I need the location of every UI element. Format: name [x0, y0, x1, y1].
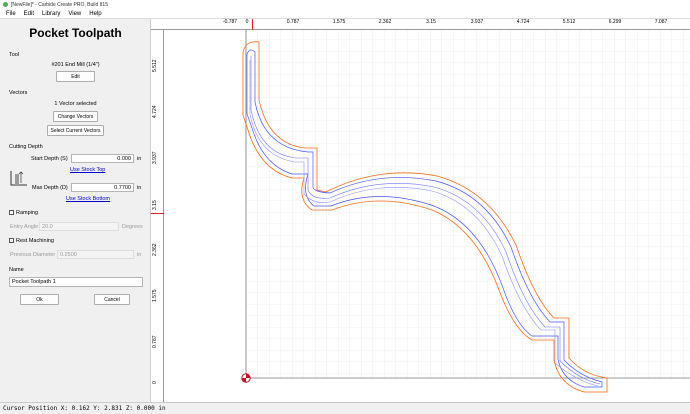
- edit-tool-button[interactable]: Edit: [56, 71, 95, 82]
- app-icon: [3, 2, 8, 7]
- menu-library[interactable]: Library: [42, 11, 60, 17]
- menu-help[interactable]: Help: [89, 11, 101, 17]
- cursor-position: Cursor Position X: 0.162 Y: 2.831 Z: 0.0…: [3, 405, 166, 412]
- menu-view[interactable]: View: [68, 11, 81, 17]
- max-depth-unit: in: [137, 185, 142, 191]
- ruler-x-marker: [252, 19, 253, 30]
- ruler-x-tick: 1.575: [332, 19, 346, 25]
- use-stock-top-link[interactable]: Use Stock Top: [70, 167, 105, 173]
- ramping-label: Ramping: [16, 210, 39, 216]
- ruler-y-tick: 5.512: [152, 59, 158, 72]
- ruler-y-tick: 4.724: [152, 105, 158, 118]
- entry-angle-label: Entry Angle: [10, 224, 39, 230]
- rest-machining-label: Rest Machining: [16, 238, 54, 244]
- ruler-y-tick: 3.15: [152, 200, 158, 210]
- toolpath-panel: Pocket Toolpath Tool #201 End Mill (1/4"…: [0, 19, 151, 402]
- window-title: [NewFile]* - Carbide Create PRO, Build 8…: [11, 1, 108, 8]
- change-vectors-button[interactable]: Change Vectors: [53, 111, 98, 122]
- ruler-x-tick: 7.087: [654, 19, 668, 25]
- menu-bar: File Edit Library View Help: [0, 9, 690, 19]
- vectors-label: Vectors: [9, 90, 28, 96]
- toolpath-name-input[interactable]: Pocket Toolpath 1: [9, 277, 143, 287]
- menu-file[interactable]: File: [6, 11, 16, 17]
- ruler-x-tick: 0.787: [286, 19, 300, 25]
- depth-diagram-icon: [10, 171, 27, 186]
- previous-diameter-input[interactable]: 0.2500: [57, 250, 134, 259]
- grid: [246, 30, 690, 378]
- max-depth-label: Max Depth (D): [32, 185, 68, 191]
- cancel-button[interactable]: Cancel: [94, 294, 130, 305]
- ruler-y-tick: 0: [152, 381, 158, 384]
- design-canvas[interactable]: [164, 30, 690, 402]
- ruler-x-tick: 4.724: [516, 19, 530, 25]
- ruler-y-tick: 0.787: [152, 335, 158, 348]
- ok-button[interactable]: Ok: [20, 294, 59, 305]
- ruler-x-tick: 3.937: [470, 19, 484, 25]
- ruler-x-tick: -0.787: [222, 19, 238, 25]
- status-bar: Cursor Position X: 0.162 Y: 2.831 Z: 0.0…: [0, 402, 690, 414]
- origin-marker-icon: [241, 373, 251, 383]
- max-depth-input[interactable]: 0.7700: [71, 183, 134, 192]
- ruler-y-marker: [151, 213, 164, 214]
- previous-diameter-unit: in: [137, 252, 142, 258]
- vectors-status: 1 Vector selected: [54, 101, 97, 107]
- start-depth-input[interactable]: 0.000: [71, 154, 134, 163]
- rest-machining-checkbox[interactable]: [9, 238, 14, 243]
- tool-label: Tool: [9, 52, 20, 58]
- ruler-y-tick: 1.575: [152, 289, 158, 302]
- ruler-y-tick: 3.937: [152, 151, 158, 164]
- ruler-x-tick: 2.362: [378, 19, 392, 25]
- name-label: Name: [9, 267, 24, 273]
- entry-angle-unit: Degrees: [122, 224, 143, 230]
- horizontal-ruler[interactable]: -0.787 0 0.787 1.575 2.362 3.15 3.937 4.…: [151, 19, 690, 30]
- panel-title: Pocket Toolpath: [29, 26, 122, 40]
- menu-edit[interactable]: Edit: [24, 11, 34, 17]
- entry-angle-input[interactable]: 20.0: [39, 222, 119, 231]
- canvas-drawing: [241, 30, 690, 393]
- ruler-x-tick: 0: [245, 19, 249, 25]
- ramping-checkbox[interactable]: [9, 210, 14, 215]
- ruler-x-tick: 3.15: [426, 19, 436, 25]
- ruler-x-tick: 6.299: [608, 19, 622, 25]
- cutting-depth-label: Cutting Depth: [9, 144, 43, 150]
- title-bar: [NewFile]* - Carbide Create PRO, Build 8…: [0, 0, 690, 9]
- ruler-y-tick: 2.362: [152, 243, 158, 256]
- select-current-vectors-button[interactable]: Select Current Vectors: [47, 125, 104, 136]
- vertical-ruler[interactable]: 5.512 4.724 3.937 3.15 2.362 1.575 0.787…: [151, 30, 164, 402]
- previous-diameter-label: Previous Diameter: [10, 252, 56, 258]
- start-depth-unit: in: [137, 156, 142, 162]
- tool-name: #201 End Mill (1/4"): [51, 62, 100, 68]
- use-stock-bottom-link[interactable]: Use Stock Bottom: [66, 196, 110, 202]
- start-depth-label: Start Depth (S): [31, 156, 68, 162]
- ruler-x-tick: 5.512: [562, 19, 576, 25]
